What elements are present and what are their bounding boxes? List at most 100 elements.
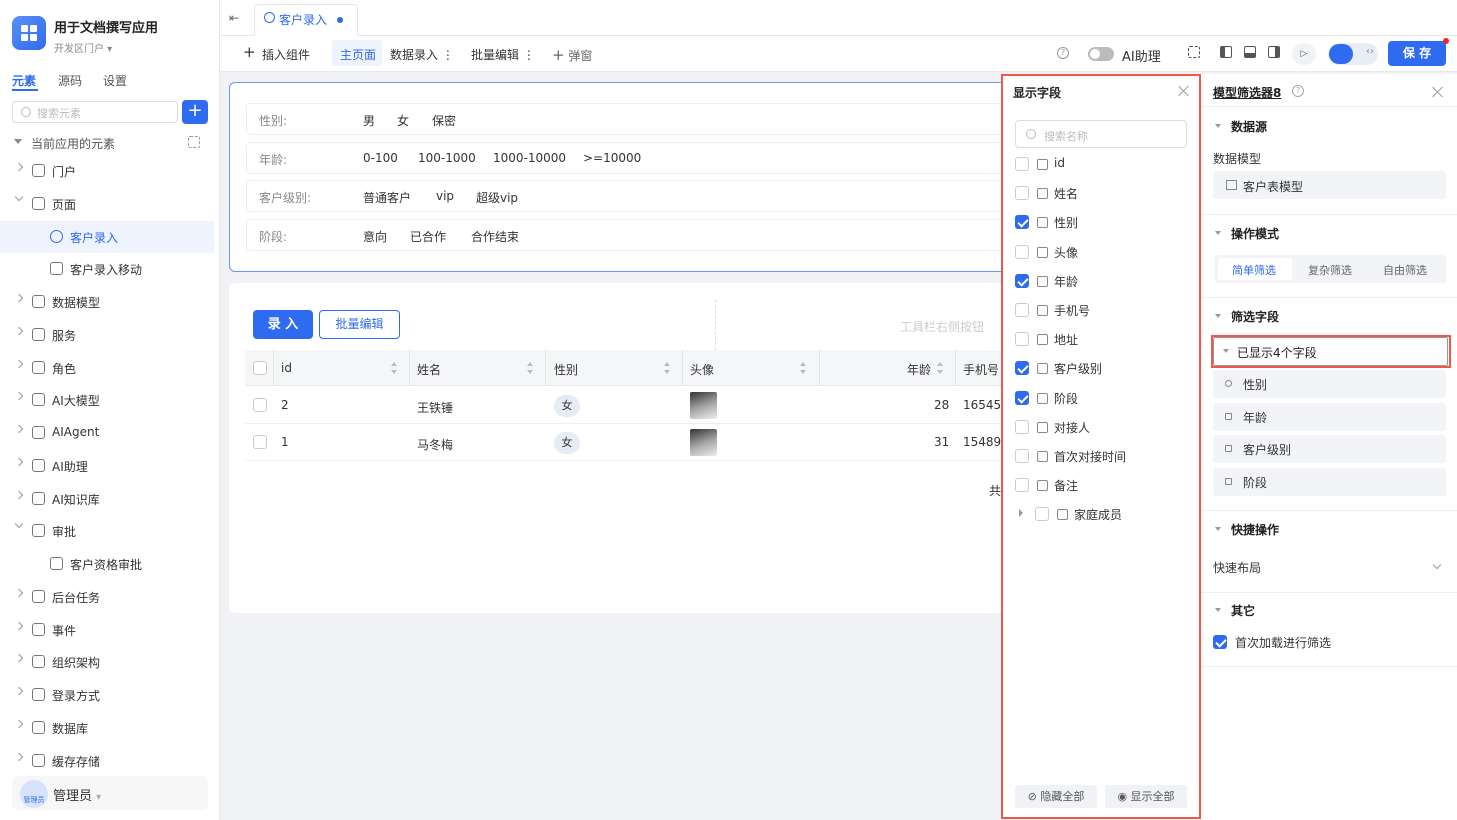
mode-simple[interactable]: 简单筛选	[1232, 262, 1276, 278]
filter-option[interactable]: 男	[363, 112, 375, 129]
field-item[interactable]: 首次对接时间	[1015, 449, 1195, 478]
collapse-sidebar-icon[interactable]: ⇤	[229, 11, 239, 25]
field-checkbox[interactable]	[1015, 332, 1029, 347]
field-item[interactable]: 手机号	[1015, 303, 1195, 332]
tab-source[interactable]: 源码	[58, 72, 82, 89]
chevron-icon[interactable]	[14, 392, 24, 401]
field-item[interactable]: 姓名	[1015, 186, 1195, 215]
help-icon[interactable]: ?	[1057, 47, 1069, 59]
batch-edit-tab[interactable]: 批量编辑 ⋮	[471, 46, 535, 63]
field-checkbox[interactable]	[1015, 244, 1029, 259]
component-title[interactable]: 模型筛选器8	[1213, 84, 1281, 101]
filter-option[interactable]: 已合作	[410, 228, 446, 245]
field-checkbox[interactable]	[1015, 157, 1029, 171]
filter-field-item[interactable]: 阶段	[1213, 468, 1446, 497]
column-header-gender[interactable]: 性别	[554, 361, 578, 378]
locate-icon[interactable]	[188, 136, 200, 148]
caret-down-icon[interactable]	[1215, 608, 1221, 612]
column-header-name[interactable]: 姓名	[417, 361, 441, 378]
column-header-age[interactable]: 年龄	[907, 361, 931, 378]
caret-down-icon[interactable]	[1215, 124, 1221, 128]
chevron-icon[interactable]	[14, 752, 24, 761]
right-panel-icon[interactable]	[1268, 46, 1280, 58]
tree-item[interactable]: AI助理	[0, 450, 214, 482]
chevron-icon[interactable]	[14, 162, 24, 172]
tree-item[interactable]: AI大模型	[0, 384, 214, 416]
help-icon[interactable]: ?	[1292, 85, 1304, 97]
close-icon[interactable]	[1432, 86, 1444, 98]
chevron-icon[interactable]	[14, 192, 24, 201]
section-datasource[interactable]: 数据源	[1231, 118, 1267, 135]
tree-item[interactable]: 组织架构	[0, 646, 214, 678]
field-item[interactable]: 地址	[1015, 332, 1195, 361]
row-checkbox[interactable]	[253, 398, 267, 412]
tree-item[interactable]: 角色	[0, 352, 214, 384]
chevron-icon[interactable]	[14, 719, 24, 728]
filter-option[interactable]: 保密	[432, 112, 456, 129]
tab-settings[interactable]: 设置	[103, 72, 127, 89]
caret-down-icon[interactable]	[1215, 527, 1221, 531]
tree-item[interactable]: 客户资格审批	[0, 548, 214, 580]
tree-item[interactable]: 页面	[0, 188, 214, 220]
first-load-checkbox[interactable]	[1213, 635, 1227, 649]
caret-down-icon[interactable]	[14, 139, 22, 144]
element-search-input[interactable]: 搜索元素	[12, 101, 178, 123]
tree-item[interactable]: 事件	[0, 614, 214, 646]
chevron-icon[interactable]	[14, 293, 24, 303]
ai-assistant-toggle[interactable]	[1088, 47, 1114, 61]
field-checkbox[interactable]	[1015, 390, 1029, 405]
field-checkbox[interactable]	[1015, 186, 1029, 201]
field-item[interactable]: 年龄	[1015, 273, 1195, 303]
filter-option[interactable]: 100-1000	[418, 151, 476, 165]
filter-option[interactable]: 合作结束	[471, 228, 519, 245]
left-panel-icon[interactable]	[1220, 46, 1232, 58]
user-name[interactable]: 管理员 ▾	[53, 785, 101, 804]
show-all-button[interactable]: ◉ 显示全部	[1105, 785, 1187, 808]
main-page-tab[interactable]: 主页面	[340, 46, 376, 63]
field-item[interactable]: 头像	[1015, 244, 1195, 274]
tree-item[interactable]: 登录方式	[0, 679, 214, 711]
filter-field-item[interactable]: 性别	[1213, 370, 1446, 398]
filter-option[interactable]: 超级vip	[476, 189, 518, 206]
tree-item[interactable]: 后台任务	[0, 581, 214, 613]
app-subtitle[interactable]: 开发区门户 ▾	[54, 40, 112, 55]
hide-all-button[interactable]: ⊘ 隐藏全部	[1015, 785, 1097, 808]
mode-free[interactable]: 自由筛选	[1383, 262, 1427, 278]
mode-complex[interactable]: 复杂筛选	[1308, 262, 1352, 278]
field-checkbox[interactable]	[1015, 361, 1029, 376]
caret-right-icon[interactable]	[1019, 509, 1023, 518]
column-header-avatar[interactable]: 头像	[690, 361, 714, 378]
sort-icon[interactable]	[937, 362, 943, 374]
field-checkbox[interactable]	[1015, 419, 1029, 434]
popup-tab[interactable]: + 弹窗	[552, 46, 592, 64]
filter-field-item[interactable]: 年龄	[1213, 402, 1446, 431]
section-filter-fields[interactable]: 筛选字段	[1231, 308, 1279, 325]
tab-elements[interactable]: 元素	[12, 72, 36, 89]
field-item[interactable]: 性别	[1015, 215, 1195, 244]
tree-item[interactable]: 审批	[0, 515, 214, 547]
chevron-icon[interactable]	[14, 326, 24, 335]
chevron-icon[interactable]	[14, 621, 24, 630]
chevron-icon[interactable]	[14, 588, 24, 597]
field-checkbox[interactable]	[1035, 507, 1049, 522]
section-quick-actions[interactable]: 快捷操作	[1231, 521, 1279, 538]
entry-button[interactable]: 录 入	[253, 310, 313, 339]
filter-option[interactable]: 女	[397, 112, 409, 129]
filter-option[interactable]: 0-100	[363, 151, 398, 165]
quick-layout-label[interactable]: 快速布局	[1213, 559, 1261, 576]
bottom-panel-icon[interactable]	[1244, 46, 1256, 58]
tree-item[interactable]: 客户录入移动	[0, 253, 214, 285]
chevron-icon[interactable]	[14, 654, 24, 663]
field-checkbox[interactable]	[1015, 303, 1029, 317]
field-checkbox[interactable]	[1015, 215, 1029, 230]
field-checkbox[interactable]	[1015, 449, 1029, 463]
field-item[interactable]: id	[1015, 156, 1195, 186]
filter-option[interactable]: 普通客户	[363, 189, 411, 206]
play-icon[interactable]: ▷	[1292, 43, 1316, 65]
save-button[interactable]: 保 存	[1388, 41, 1446, 66]
filter-option[interactable]: 意向	[363, 228, 387, 245]
sort-icon[interactable]	[664, 362, 670, 374]
chevron-icon[interactable]	[14, 424, 24, 434]
field-checkbox[interactable]	[1015, 478, 1029, 493]
tree-item[interactable]: AIAgent	[0, 417, 214, 449]
